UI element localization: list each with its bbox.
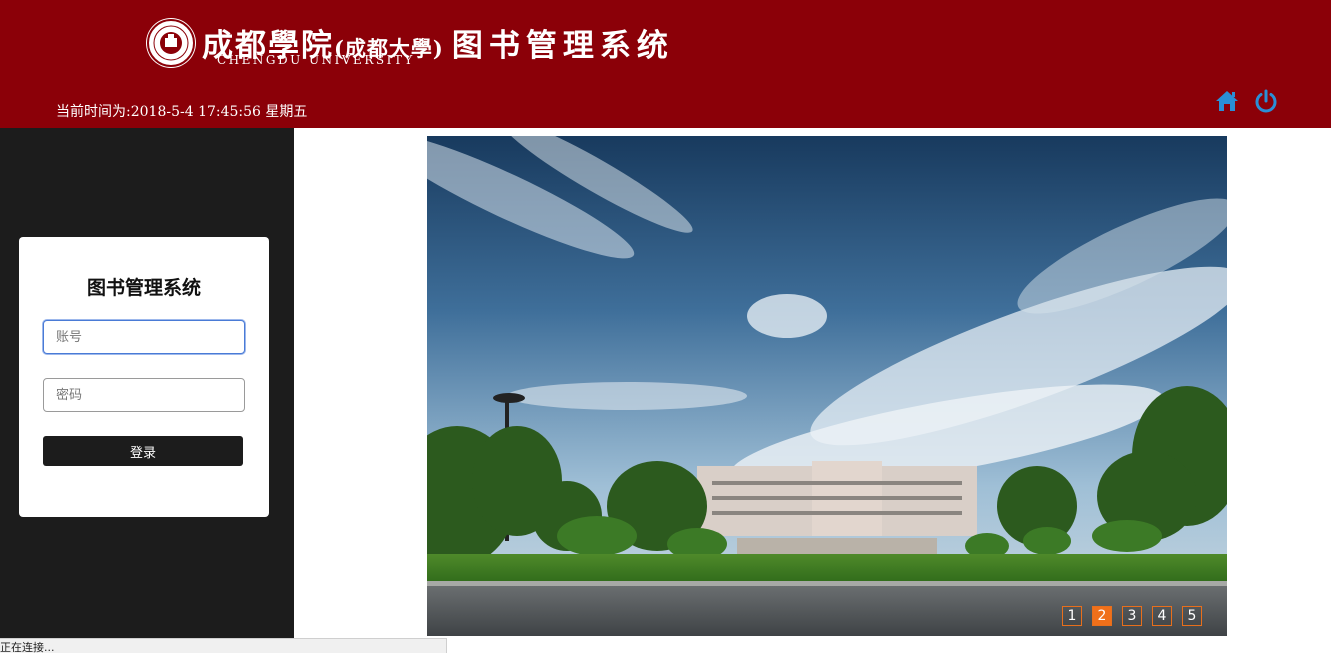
account-input[interactable] bbox=[43, 320, 245, 354]
login-button[interactable]: 登录 bbox=[43, 436, 243, 466]
carousel-pager: 1 2 3 4 5 bbox=[1062, 606, 1202, 626]
password-input[interactable] bbox=[43, 378, 245, 412]
clock-prefix: 当前时间为: bbox=[56, 104, 131, 120]
login-title: 图书管理系统 bbox=[86, 277, 201, 299]
clock-value: 2018-5-4 17:45:56 星期五 bbox=[130, 104, 308, 120]
carousel-page-1[interactable]: 1 bbox=[1062, 606, 1082, 626]
top-header: 成都學院(成都大學) 图书管理系统 CHENGDU UNIVERSITY 当前时间… bbox=[0, 0, 1331, 128]
university-seal-logo bbox=[146, 18, 196, 68]
image-carousel[interactable]: 1 2 3 4 5 bbox=[427, 136, 1227, 636]
power-icon[interactable] bbox=[1253, 88, 1279, 114]
title-system: 图书管理系统 bbox=[451, 28, 674, 64]
campus-photo bbox=[427, 136, 1227, 636]
carousel-page-3[interactable]: 3 bbox=[1122, 606, 1142, 626]
carousel-page-2[interactable]: 2 bbox=[1092, 606, 1112, 626]
carousel-page-5[interactable]: 5 bbox=[1182, 606, 1202, 626]
login-panel: 图书管理系统 登录 bbox=[19, 237, 269, 517]
browser-status-bar: 正在连接... bbox=[0, 638, 447, 653]
current-time: 当前时间为:2018-5-4 17:45:56 星期五 bbox=[56, 101, 307, 121]
title-english: CHENGDU UNIVERSITY bbox=[217, 53, 415, 67]
left-sidebar: 图书管理系统 登录 bbox=[0, 128, 294, 653]
carousel-page-4[interactable]: 4 bbox=[1152, 606, 1172, 626]
home-icon[interactable] bbox=[1214, 88, 1240, 114]
